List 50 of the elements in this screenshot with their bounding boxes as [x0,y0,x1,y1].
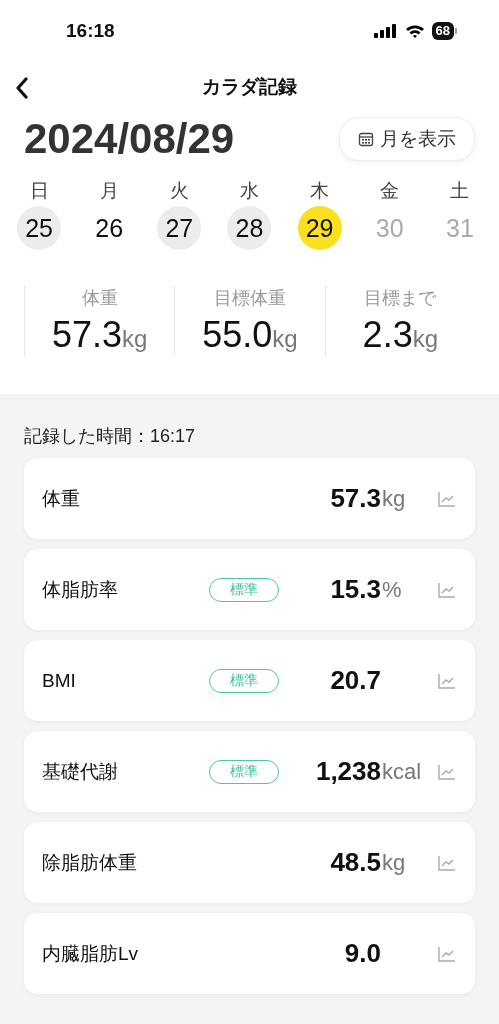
page-title: カラダ記録 [202,75,297,99]
day-button[interactable]: 27 [157,206,202,250]
weekday-label: 日 [29,179,49,202]
weekday-label: 金 [380,179,400,202]
record-card[interactable]: 基礎代謝 標準 1,238kcal [24,731,475,812]
unit-label: kcal [381,758,423,785]
record-card[interactable]: 体重 57.3kg [24,458,475,539]
weekday-label: 月 [99,179,119,202]
back-icon[interactable] [14,77,30,99]
record-label: 体脂肪率 [42,577,119,602]
stat-value: 2.3kg [362,314,438,356]
day-button[interactable]: 29 [297,206,342,250]
record-value: 48.5 [330,847,381,878]
stat-label: 体重 [81,287,118,310]
selected-date: 2024/08/29 [24,115,235,163]
weekday-label: 水 [240,179,259,202]
unit-label: kg [381,485,407,512]
unit-label: kg [381,849,407,876]
record-value: 20.7 [330,665,381,696]
day-button[interactable]: 25 [17,206,62,250]
day-button[interactable]: 26 [87,206,132,250]
signal-icon [373,24,398,38]
weekday-label: 木 [310,179,330,202]
record-label: 内臓脂肪Lv [42,941,140,966]
record-card[interactable]: 除脂肪体重 48.5kg [24,822,475,903]
record-label: BMI [42,669,77,692]
unit-label: % [381,576,403,603]
weekday-label: 土 [450,179,470,202]
record-value: 15.3 [330,574,381,605]
record-value: 9.0 [344,938,381,969]
stat-value: 57.3kg [51,314,148,356]
calendar-icon [358,131,374,147]
status-time: 16:18 [66,20,115,42]
record-label: 基礎代謝 [42,759,119,784]
stat-value: 55.0kg [202,314,298,356]
weekday-label: 火 [169,179,189,202]
day-button[interactable]: 28 [227,206,272,250]
record-label: 体重 [42,486,81,511]
record-card[interactable]: BMI 標準 20.7 [24,640,475,721]
battery-icon: 68 [431,22,457,40]
record-card[interactable]: 体脂肪率 標準 15.3% [24,549,475,630]
record-value: 1,238 [315,756,381,787]
recorded-time: 記録した時間：16:17 [24,425,197,448]
show-month-button[interactable]: 月を表示 [339,117,475,161]
record-card[interactable]: 内臓脂肪Lv 9.0 [24,913,475,994]
stat-label: 目標体重 [214,287,286,310]
wifi-icon [404,24,425,38]
stat-label: 目標まで [364,287,437,310]
record-label: 除脂肪体重 [42,850,138,875]
record-value: 57.3 [330,483,381,514]
